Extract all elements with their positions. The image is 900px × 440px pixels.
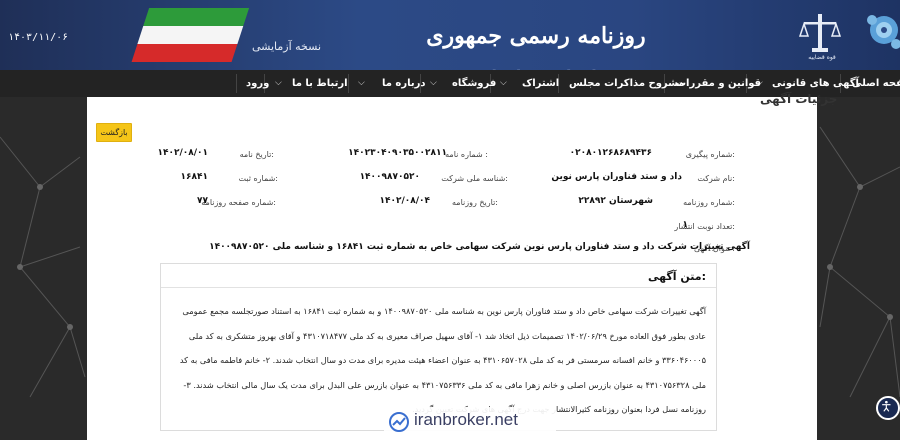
ad-text-title: متن آگهی: — [648, 270, 706, 283]
newspaper-number-label: شماره روزنامه: — [683, 198, 735, 207]
newspaper-date-value: ۱۴۰۲/۰۸/۰۴ — [379, 196, 430, 206]
chevron-down-icon: ⌵ — [275, 78, 282, 88]
national-id-label: شناسه ملی شرکت: — [441, 174, 508, 183]
nav-about[interactable]: درباره ما — [382, 70, 426, 97]
chevron-down-icon: ⌵ — [358, 78, 365, 88]
ad-text-body: آگهی تغییرات شرکت سهامی خاص داد و ستد فن… — [179, 306, 706, 414]
tracking-number-value: ۰۲۰۸۰۱۲۶۸۶۸۹۴۳۶ — [569, 148, 652, 158]
letter-number-value: ۱۴۰۲۳۰۴۰۹۰۳۵۰۰۲۸۱۱ — [348, 148, 447, 158]
judiciary-emblem-icon[interactable] — [798, 10, 842, 56]
nav-login[interactable]: ورود — [246, 70, 269, 97]
chevron-down-icon: ⌵ — [500, 78, 507, 88]
trial-version-label: نسخه آزمایشی — [252, 40, 322, 53]
newspaper-page-value: ۷۷ — [197, 196, 208, 206]
tracking-number-label: شماره پیگیری: — [685, 150, 735, 159]
letter-number-label: شماره نامه : — [445, 150, 488, 159]
nav-shop[interactable]: فروشگاه — [452, 70, 496, 97]
national-id-value: ۱۴۰۰۹۸۷۰۵۲۰ — [359, 172, 420, 182]
chart-trend-icon — [389, 412, 409, 432]
nav-home[interactable]: صفحه اصلی — [852, 70, 900, 97]
site-title[interactable]: روزنامه رسمی جمهوری اسلامی ایران — [396, 14, 676, 70]
newspaper-number-value: ۲۲۸۹۲ شهرستان — [578, 196, 653, 206]
registration-number-value: ۱۶۸۴۱ — [180, 172, 208, 182]
publish-count-value: ۱ — [682, 220, 689, 230]
ad-title-value: آگهی تغییرات شرکت داد و ستد فناوران پارس… — [209, 242, 750, 252]
back-button[interactable]: بازگشت — [96, 123, 132, 142]
header-banner: ۱۴۰۳/۱۱/۰۶ نسخه آزمایشی روزنامه رسمی جمه… — [0, 0, 900, 70]
ad-text-panel: متن آگهی: آگهی تغییرات شرکت سهامی خاص دا… — [160, 263, 717, 431]
accessibility-icon[interactable] — [876, 396, 900, 420]
newspaper-page-label: شماره صفحه روزنامه: — [201, 198, 276, 207]
letter-date-value: ۱۴۰۲/۰۸/۰۱ — [157, 148, 208, 158]
chevron-down-icon: ⌵ — [430, 78, 437, 88]
nav-parliament[interactable]: مشروح مذاکرات مجلس — [569, 70, 685, 97]
divider — [161, 287, 716, 288]
watermark-text: iranbroker.net — [414, 410, 518, 429]
registration-number-label: شماره ثبت: — [238, 174, 278, 183]
newspaper-date-label: تاریخ روزنامه: — [452, 198, 498, 207]
company-name-value: داد و ستد فناوران پارس نوین — [551, 172, 682, 182]
nav-divider — [236, 74, 237, 93]
iran-flag-icon — [131, 8, 250, 64]
letter-date-label: تاریخ نامه: — [239, 150, 274, 159]
nav-contact[interactable]: ارتباط با ما — [292, 70, 348, 97]
company-name-label: نام شرکت: — [697, 174, 735, 183]
nav-divider — [348, 74, 349, 93]
emblem-caption: قوه قضاییه — [808, 54, 836, 61]
nav-laws[interactable]: قوانین و مقررات — [676, 70, 761, 97]
nav-subscription[interactable]: اشتراک — [522, 70, 559, 97]
header-date: ۱۴۰۳/۱۱/۰۶ — [8, 32, 69, 43]
page-title: جزئیات آگهی — [760, 92, 838, 106]
decorative-flower-icon — [867, 15, 900, 49]
